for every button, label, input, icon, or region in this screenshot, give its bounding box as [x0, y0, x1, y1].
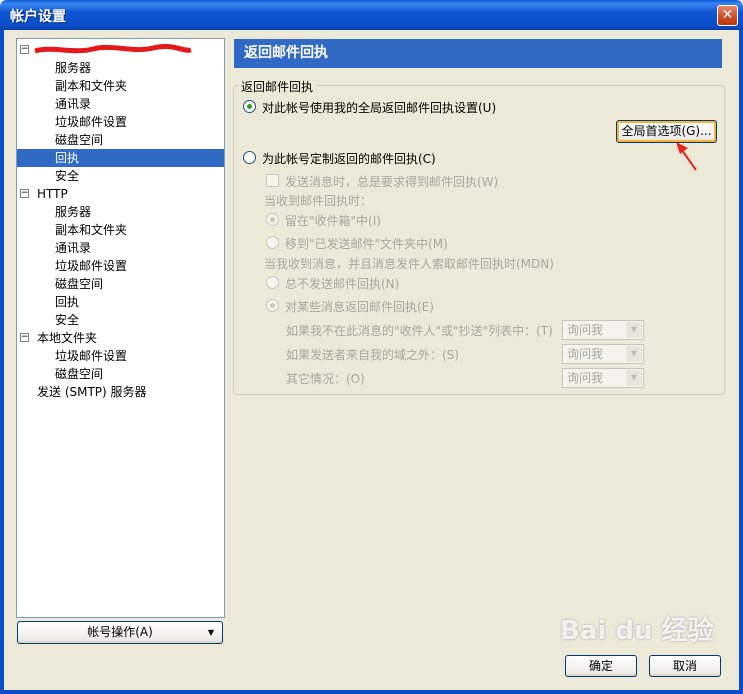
account-tree[interactable]: − 服务器 副本和文件夹 通讯录 垃圾邮件设置 磁盘空间 回执 安全 − HTT… [16, 38, 225, 618]
close-button[interactable]: ✕ [717, 5, 738, 26]
tree-item-security[interactable]: 安全 [17, 167, 224, 185]
redacted-account-name [34, 44, 192, 54]
tree-account-email[interactable]: − [17, 41, 224, 59]
account-actions-label: 帐号操作(A) [87, 625, 153, 639]
radio-move-sent[interactable] [266, 236, 279, 249]
tree-item-server[interactable]: 服务器 [17, 203, 224, 221]
collapse-icon[interactable]: − [20, 45, 29, 54]
radio-custom-settings[interactable] [243, 151, 256, 164]
annotation-arrow-icon [676, 142, 697, 171]
ok-button[interactable]: 确定 [565, 655, 637, 677]
chevron-down-icon: ▼ [626, 322, 642, 338]
window-frame-left [0, 30, 4, 694]
other-cases-label: 其它情况：(O) [286, 372, 365, 386]
tree-account-http[interactable]: − HTTP [17, 185, 224, 203]
radio-global-label[interactable]: 对此帐号使用我的全局返回邮件回执设置(U) [262, 99, 496, 116]
radio-leave-inbox[interactable] [266, 213, 279, 226]
account-actions-button[interactable]: 帐号操作(A) ▼ [17, 621, 223, 644]
tree-local-folders[interactable]: − 本地文件夹 [17, 329, 224, 347]
tree-item-disk-space[interactable]: 磁盘空间 [17, 131, 224, 149]
not-in-to-cc-select[interactable]: 询问我 ▼ [562, 320, 644, 340]
window-frame-right [739, 30, 743, 694]
collapse-icon[interactable]: − [20, 333, 29, 342]
tree-item-receipts[interactable]: 回执 [17, 293, 224, 311]
close-icon: ✕ [721, 7, 734, 23]
some-messages-label: 对某些消息返回邮件回执(E) [285, 300, 434, 314]
title-bar: 帐户设置 ✕ [0, 0, 743, 30]
radio-some-messages[interactable] [266, 299, 279, 312]
pane-header: 返回邮件回执 [234, 39, 722, 68]
radio-global-settings[interactable] [243, 100, 256, 113]
always-request-label: 发送消息时，总是要求得到邮件回执(W) [285, 175, 499, 189]
not-in-to-cc-label: 如果我不在此消息的"收件人"或"抄送"列表中：(T) [286, 324, 553, 338]
outside-domain-label: 如果发送者来自我的域之外：(S) [286, 348, 459, 362]
tree-item-security[interactable]: 安全 [17, 311, 224, 329]
outside-domain-select[interactable]: 询问我 ▼ [562, 344, 644, 364]
chevron-down-icon: ▼ [626, 346, 642, 362]
tree-item-copies-folders[interactable]: 副本和文件夹 [17, 77, 224, 95]
window-frame-bottom [0, 690, 743, 694]
other-cases-select[interactable]: 询问我 ▼ [562, 368, 644, 388]
always-request-checkbox[interactable] [266, 174, 279, 187]
tree-item-smtp-server[interactable]: 发送 (SMTP) 服务器 [17, 383, 224, 401]
radio-never-send[interactable] [266, 276, 279, 289]
when-request-label: 当我收到消息，并且消息发件人索取邮件回执时(MDN) [264, 257, 554, 271]
tree-item-address-book[interactable]: 通讯录 [17, 239, 224, 257]
radio-custom-label[interactable]: 为此帐号定制返回的邮件回执(C) [262, 150, 436, 167]
chevron-down-icon: ▼ [626, 370, 642, 386]
when-receive-label: 当收到邮件回执时： [264, 194, 373, 208]
group-title: 返回邮件回执 [239, 78, 316, 95]
window-title: 帐户设置 [10, 9, 66, 25]
tree-item-receipts-selected[interactable]: 回执 [17, 149, 224, 167]
collapse-icon[interactable]: − [20, 189, 29, 198]
tree-item-disk-space[interactable]: 磁盘空间 [17, 365, 224, 383]
watermark: Bai du 经验 [560, 616, 714, 646]
dropdown-arrow-icon: ▼ [207, 628, 214, 637]
move-sent-label: 移到"已发送邮件"文件夹中(M) [285, 237, 448, 251]
tree-item-copies-folders[interactable]: 副本和文件夹 [17, 221, 224, 239]
tree-item-junk-settings[interactable]: 垃圾邮件设置 [17, 347, 224, 365]
tree-item-address-book[interactable]: 通讯录 [17, 95, 224, 113]
tree-item-junk-settings[interactable]: 垃圾邮件设置 [17, 257, 224, 275]
tree-item-junk-settings[interactable]: 垃圾邮件设置 [17, 113, 224, 131]
tree-item-disk-space[interactable]: 磁盘空间 [17, 275, 224, 293]
never-send-label: 总不发送邮件回执(N) [285, 277, 400, 291]
tree-item-server[interactable]: 服务器 [17, 59, 224, 77]
cancel-button[interactable]: 取消 [649, 655, 721, 677]
leave-inbox-label: 留在"收件箱"中(I) [285, 214, 381, 228]
